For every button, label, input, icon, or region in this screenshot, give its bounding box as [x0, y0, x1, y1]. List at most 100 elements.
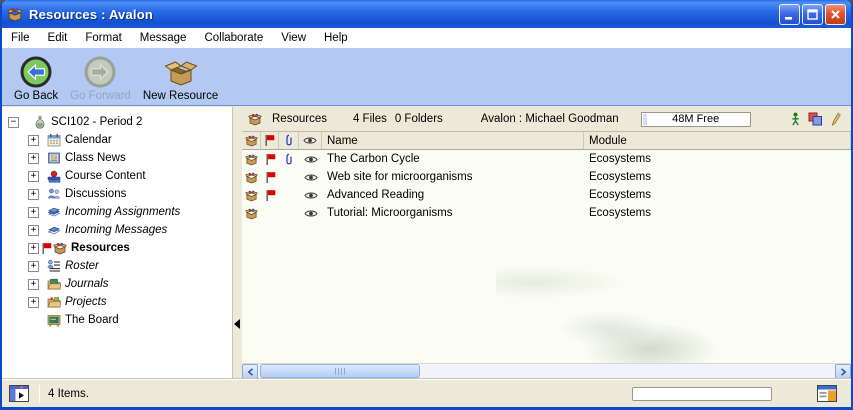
resource-row-1[interactable]: The Carbon Cycle Ecosystems: [242, 150, 851, 168]
resource-box-icon: [53, 241, 67, 255]
menu-view[interactable]: View: [272, 29, 315, 47]
flag-column-icon[interactable]: [261, 132, 279, 149]
tree-item-incoming-assignments[interactable]: + Incoming Assignments: [2, 203, 232, 221]
tree-item-label: The Board: [65, 314, 119, 326]
title-bar[interactable]: Resources : Avalon: [2, 0, 851, 28]
assignments-icon: [47, 205, 61, 219]
go-back-label: Go Back: [14, 90, 58, 102]
expand-icon[interactable]: +: [28, 153, 39, 164]
tree-item-discussions[interactable]: + Discussions: [2, 185, 232, 203]
tree-item-label: Incoming Messages: [65, 224, 167, 236]
app-window: Resources : Avalon File Edit Format Mess…: [0, 0, 853, 410]
tree-item-incoming-messages[interactable]: + Incoming Messages: [2, 221, 232, 239]
resource-row-2[interactable]: Web site for microorganisms Ecosystems: [242, 168, 851, 186]
attachment-column-icon[interactable]: [279, 132, 299, 149]
eye-icon: [299, 209, 322, 218]
go-back-button[interactable]: Go Back: [8, 52, 64, 104]
resources-box-icon: [248, 112, 262, 126]
tree-item-the-board[interactable]: The Board: [2, 311, 232, 329]
layout-icon[interactable]: [817, 385, 837, 402]
paperclip-icon: [279, 153, 299, 166]
resource-list: The Carbon Cycle Ecosystems Web site for…: [242, 150, 851, 363]
resource-row-3[interactable]: Advanced Reading Ecosystems: [242, 186, 851, 204]
tree-item-class-news[interactable]: + Class News: [2, 149, 232, 167]
column-header-row: Name Module: [242, 132, 851, 150]
tree-item-label: Journals: [65, 278, 108, 290]
scrollbar-track[interactable]: [258, 364, 835, 379]
expand-icon[interactable]: +: [28, 189, 39, 200]
tree-item-projects[interactable]: + Projects: [2, 293, 232, 311]
app-box-icon: [7, 6, 23, 22]
close-button[interactable]: [825, 4, 846, 25]
scroll-right-icon[interactable]: [835, 364, 851, 379]
menu-collaborate[interactable]: Collaborate: [195, 29, 272, 47]
tree-item-roster[interactable]: + Roster: [2, 257, 232, 275]
maximize-button[interactable]: [802, 4, 823, 25]
tree-item-label: Roster: [65, 260, 99, 272]
type-column-box-icon[interactable]: [242, 132, 261, 149]
name-column-header[interactable]: Name: [322, 132, 584, 149]
resource-name[interactable]: Tutorial: Microorganisms: [322, 207, 584, 219]
go-back-icon: [19, 54, 53, 90]
resource-box-icon: [242, 207, 261, 220]
visibility-column-icon[interactable]: [299, 132, 322, 149]
eye-icon: [299, 173, 322, 182]
collapse-panel-icon[interactable]: [234, 319, 240, 329]
person-icon[interactable]: [791, 112, 800, 126]
resource-module: Ecosystems: [584, 171, 851, 183]
tree-item-calendar[interactable]: + Calendar: [2, 131, 232, 149]
expand-icon[interactable]: +: [28, 243, 39, 254]
resource-name[interactable]: The Carbon Cycle: [322, 153, 584, 165]
free-space-indicator: 48M Free: [641, 112, 751, 127]
pencil-icon[interactable]: [831, 112, 841, 126]
tree-item-label: Discussions: [65, 188, 126, 200]
scrollbar-thumb[interactable]: [260, 364, 420, 378]
tree-item-resources[interactable]: + Resources: [2, 239, 232, 257]
module-column-header[interactable]: Module: [584, 132, 851, 149]
resource-module: Ecosystems: [584, 189, 851, 201]
eye-icon: [299, 155, 322, 164]
menu-file[interactable]: File: [2, 29, 39, 47]
expand-icon[interactable]: +: [28, 225, 39, 236]
tree-root-sci102[interactable]: − SCI102 - Period 2: [2, 113, 232, 131]
resource-box-icon: [242, 189, 261, 202]
expand-icon[interactable]: +: [28, 279, 39, 290]
used-space-bar: [643, 114, 647, 125]
expand-icon[interactable]: +: [28, 135, 39, 146]
panel-toggle-icon[interactable]: [9, 385, 29, 402]
resource-module: Ecosystems: [584, 207, 851, 219]
tree-item-label: Class News: [65, 152, 126, 164]
messages-icon: [47, 223, 61, 237]
main-area: − SCI102 - Period 2 + Calendar + Class N…: [2, 107, 851, 379]
course-tree: − SCI102 - Period 2 + Calendar + Class N…: [2, 107, 232, 379]
tree-item-label: Calendar: [65, 134, 112, 146]
journals-icon: [47, 277, 61, 291]
new-resource-label: New Resource: [143, 90, 218, 102]
expand-icon[interactable]: +: [28, 261, 39, 272]
window-title: Resources : Avalon: [29, 7, 777, 22]
resource-name[interactable]: Advanced Reading: [322, 189, 584, 201]
menu-help[interactable]: Help: [315, 29, 357, 47]
horizontal-scrollbar[interactable]: [242, 363, 851, 379]
panel-splitter[interactable]: [232, 107, 242, 379]
tree-item-course-content[interactable]: + Course Content: [2, 167, 232, 185]
expand-icon[interactable]: +: [28, 171, 39, 182]
free-space-label: 48M Free: [672, 113, 719, 125]
tree-item-journals[interactable]: + Journals: [2, 275, 232, 293]
info-bar: Resources 4 Files 0 Folders Avalon : Mic…: [242, 107, 851, 132]
scroll-left-icon[interactable]: [242, 364, 258, 379]
new-resource-button[interactable]: New Resource: [137, 52, 224, 104]
copy-icon[interactable]: [808, 112, 823, 126]
go-forward-button[interactable]: Go Forward: [64, 52, 137, 104]
resource-row-4[interactable]: Tutorial: Microorganisms Ecosystems: [242, 204, 851, 222]
board-icon: [47, 313, 61, 327]
menu-edit[interactable]: Edit: [39, 29, 77, 47]
expand-icon[interactable]: +: [28, 207, 39, 218]
menu-format[interactable]: Format: [76, 29, 130, 47]
resource-name[interactable]: Web site for microorganisms: [322, 171, 584, 183]
minimize-button[interactable]: [779, 4, 800, 25]
collapse-icon[interactable]: −: [8, 117, 19, 128]
menu-message[interactable]: Message: [131, 29, 196, 47]
expand-icon[interactable]: +: [28, 297, 39, 308]
toolbar: Go Back Go Forward New Resource: [2, 48, 851, 106]
